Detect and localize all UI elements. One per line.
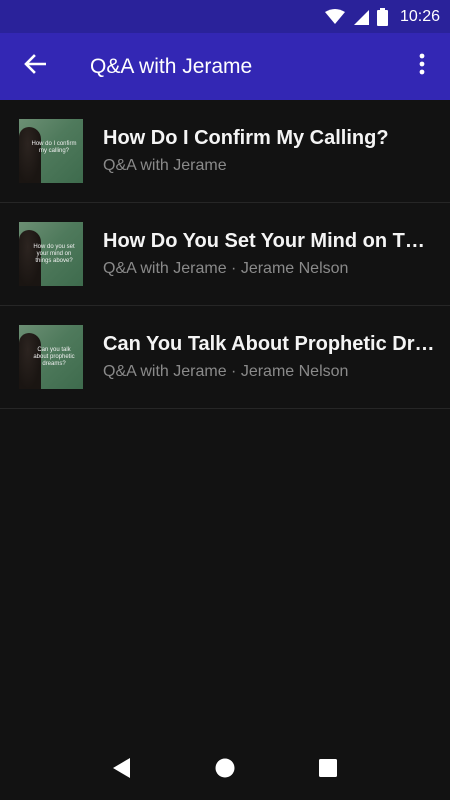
status-bar: 10:26	[0, 0, 450, 33]
thumbnail-text: How do I confirm my calling?	[31, 141, 77, 154]
thumbnail-text: Can you talk about prophetic dreams?	[33, 347, 75, 367]
episode-thumbnail: How do you set your mind on things above…	[19, 222, 83, 286]
nav-home-button[interactable]	[205, 750, 245, 790]
nav-recents-button[interactable]	[308, 750, 348, 790]
episode-subtitle: Q&A with Jerame · Jerame Nelson	[103, 363, 349, 380]
thumbnail-figure	[19, 127, 41, 183]
episode-subtitle: Q&A with Jerame	[103, 157, 227, 174]
nav-back-button[interactable]	[102, 750, 142, 790]
arrow-back-icon	[24, 54, 47, 79]
back-button[interactable]	[0, 33, 70, 100]
episode-title: How Do I Confirm My Calling?	[103, 127, 389, 149]
wifi-icon	[324, 8, 345, 25]
list-item[interactable]: Can you talk about prophetic dreams? Can…	[0, 306, 450, 409]
more-vert-icon	[419, 53, 425, 80]
page-title: Q&A with Jerame	[90, 54, 253, 78]
app-bar: Q&A with Jerame	[0, 33, 450, 100]
status-time: 10:26	[399, 7, 440, 25]
thumbnail-text: How do you set your mind on things above…	[33, 244, 75, 264]
episode-subtitle: Q&A with Jerame · Jerame Nelson	[103, 260, 349, 277]
episode-list: How do I confirm my calling? How Do I Co…	[0, 100, 450, 409]
nav-recents-icon	[318, 758, 338, 783]
episode-thumbnail: How do I confirm my calling?	[19, 119, 83, 183]
episode-thumbnail: Can you talk about prophetic dreams?	[19, 325, 83, 389]
nav-back-icon	[112, 757, 132, 784]
episode-title: How Do You Set Your Mind on T…	[103, 230, 425, 252]
overflow-menu-button[interactable]	[394, 33, 450, 100]
battery-icon	[376, 7, 388, 26]
episode-title: Can You Talk About Prophetic Dr…	[103, 333, 435, 355]
system-nav-bar	[0, 740, 450, 800]
list-item[interactable]: How do you set your mind on things above…	[0, 203, 450, 306]
nav-home-icon	[214, 757, 236, 784]
signal-icon	[353, 9, 369, 25]
list-item[interactable]: How do I confirm my calling? How Do I Co…	[0, 100, 450, 203]
